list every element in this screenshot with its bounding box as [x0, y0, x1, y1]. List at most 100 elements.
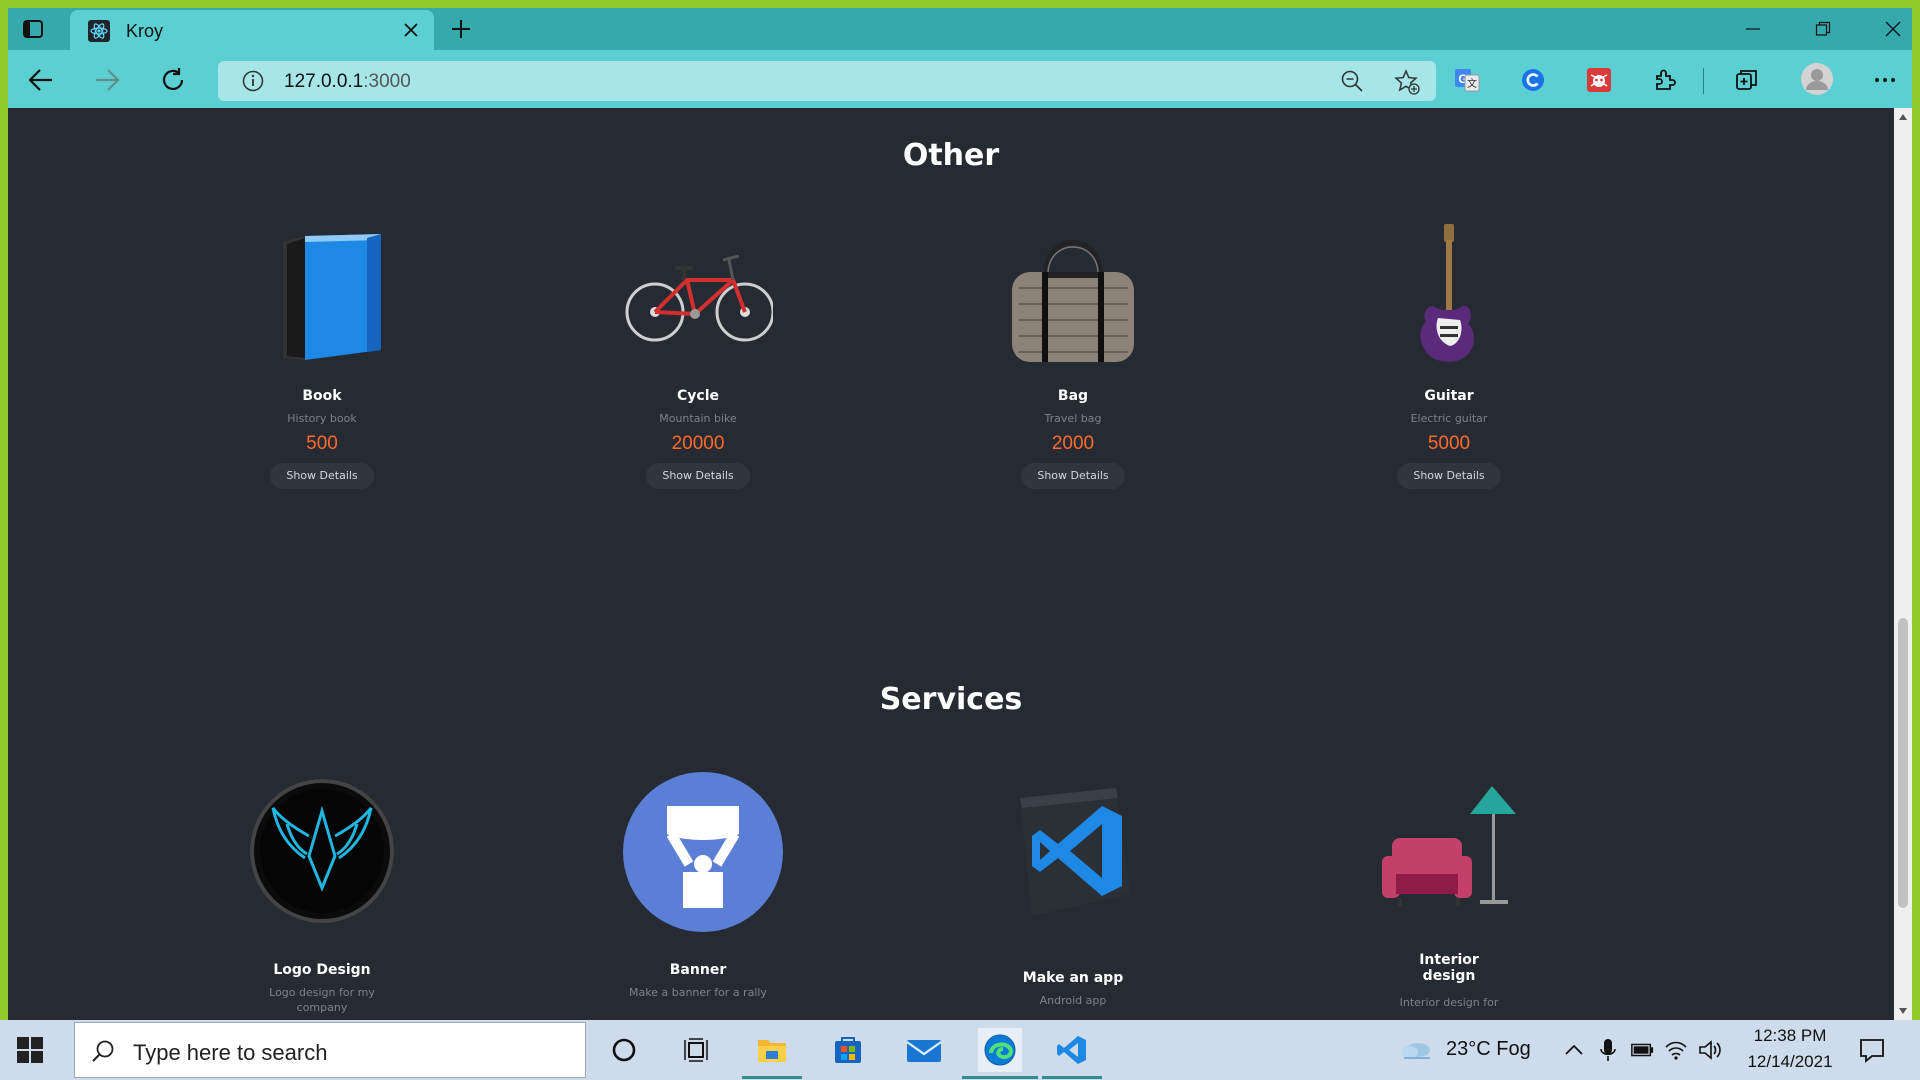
service-desc: Interior design for [1399, 996, 1499, 1009]
clock-time[interactable]: 12:38 PM [1750, 1026, 1830, 1046]
product-desc: Electric guitar [1410, 412, 1488, 425]
service-desc: Make a banner for a rally [629, 986, 767, 999]
restore-icon[interactable] [1810, 16, 1836, 42]
new-tab-icon[interactable] [448, 16, 474, 42]
scrollbar-thumb[interactable] [1898, 618, 1908, 908]
product-card-book: Book History book 500 Show Details [212, 218, 432, 489]
product-name: Bag [1057, 388, 1089, 404]
tab-actions-icon[interactable] [20, 16, 46, 42]
section-title-services: Services [879, 682, 1023, 717]
microphone-icon[interactable] [1596, 1038, 1620, 1062]
vscode-app-image [998, 776, 1148, 926]
refresh-icon[interactable] [158, 65, 188, 95]
page-content: Other Book History book 500 Show Details… [8, 108, 1894, 1020]
microsoft-store-icon[interactable] [826, 1028, 870, 1072]
service-card-make-an-app: Make an app Android app [963, 776, 1183, 1020]
url-text[interactable]: 127.0.0.1:3000 [284, 71, 411, 93]
product-card-bag: Bag Travel bag 2000 Show Details [963, 218, 1183, 489]
bicycle-image [623, 218, 775, 368]
more-menu-icon[interactable] [1870, 65, 1900, 95]
service-card-banner: Banner Make a banner for a rally [588, 772, 808, 1020]
service-name: Logo Design [273, 962, 371, 978]
scroll-down-arrow-icon[interactable] [1894, 1002, 1912, 1020]
translate-extension-icon[interactable]: G文 [1452, 65, 1482, 95]
clock-date[interactable]: 12/14/2021 [1740, 1052, 1840, 1072]
service-card-logo-design: Logo Design Logo design for my company [212, 776, 432, 1020]
windows-taskbar: Type here to search 23°C Fog 12:38 PM 12… [0, 1020, 1920, 1080]
scroll-up-arrow-icon[interactable] [1894, 108, 1912, 126]
profile-avatar[interactable] [1798, 60, 1836, 98]
forward-icon[interactable] [92, 65, 122, 95]
close-window-icon[interactable] [1880, 16, 1906, 42]
show-details-button[interactable]: Show Details [1397, 463, 1501, 489]
product-name: Book [302, 388, 342, 404]
browser-window: Kroy 127.0.0.1:3000 G 文 Other Book Histo… [8, 8, 1912, 1020]
site-info-icon[interactable] [242, 70, 264, 92]
product-desc: Travel bag [1044, 412, 1102, 425]
service-desc: Logo design for my company [269, 986, 375, 1014]
search-icon [91, 1039, 115, 1063]
windows-start-icon[interactable] [16, 1036, 44, 1064]
weather-text[interactable]: 23°C Fog [1446, 1038, 1531, 1061]
taskbar-search-box[interactable]: Type here to search [74, 1022, 586, 1078]
collections-icon[interactable] [1732, 65, 1762, 95]
add-favorite-icon[interactable] [1394, 69, 1420, 95]
url-host: 127.0.0.1 [284, 71, 364, 92]
banner-image [623, 772, 783, 932]
book-image [247, 218, 397, 368]
notification-center-icon[interactable] [1858, 1036, 1886, 1064]
volume-icon[interactable] [1698, 1038, 1722, 1062]
service-name: Interior design [1419, 952, 1479, 984]
battery-charging-icon[interactable] [1630, 1038, 1654, 1062]
product-price: 2000 [1051, 433, 1095, 454]
product-price: 20000 [671, 433, 725, 454]
extensions-puzzle-icon[interactable] [1650, 65, 1680, 95]
active-app-indicator [742, 1076, 802, 1079]
vscode-icon[interactable] [1050, 1028, 1094, 1072]
weather-fog-icon[interactable] [1400, 1036, 1434, 1064]
toolbar-separator [1703, 68, 1704, 94]
product-card-cycle: Cycle Mountain bike 20000 Show Details [588, 218, 808, 489]
zoom-out-icon[interactable] [1340, 69, 1364, 93]
service-desc: Android app [1039, 994, 1107, 1007]
bag-image [998, 218, 1148, 368]
show-hidden-icons-chevron-icon[interactable] [1562, 1038, 1586, 1062]
back-icon[interactable] [26, 65, 56, 95]
show-details-button[interactable]: Show Details [1021, 463, 1125, 489]
interior-design-image [1374, 776, 1524, 926]
page-scrollbar[interactable] [1894, 108, 1912, 1020]
c-extension-icon[interactable] [1518, 65, 1548, 95]
wifi-icon[interactable] [1664, 1038, 1688, 1062]
product-name: Guitar [1424, 388, 1474, 404]
show-details-button[interactable]: Show Details [646, 463, 750, 489]
minimize-icon[interactable] [1740, 16, 1766, 42]
section-title-other: Other [902, 138, 1000, 173]
product-price: 5000 [1427, 433, 1471, 454]
product-card-guitar: Guitar Electric guitar 5000 Show Details [1339, 218, 1559, 489]
url-port: :3000 [363, 71, 411, 92]
tab-kroy[interactable]: Kroy [70, 10, 434, 50]
tab-title: Kroy [126, 21, 164, 41]
react-icon [88, 20, 110, 42]
service-name: Banner [669, 962, 727, 978]
browser-toolbar: 127.0.0.1:3000 G文 [8, 50, 1912, 108]
product-name: Cycle [677, 388, 719, 404]
product-desc: History book [287, 412, 357, 425]
file-explorer-icon[interactable] [750, 1028, 794, 1072]
show-details-button[interactable]: Show Details [270, 463, 374, 489]
address-bar[interactable]: 127.0.0.1:3000 [218, 61, 1436, 101]
close-tab-icon[interactable] [400, 19, 422, 41]
active-app-indicator [962, 1076, 1038, 1079]
mail-icon[interactable] [902, 1028, 946, 1072]
service-card-interior-design: Interior design Interior design for [1339, 776, 1559, 1020]
task-view-icon[interactable] [674, 1028, 718, 1072]
tab-strip: Kroy [8, 8, 1912, 50]
bug-extension-icon[interactable] [1584, 65, 1614, 95]
product-price: 500 [306, 433, 338, 454]
logo-design-image [247, 776, 397, 926]
svg-text:文: 文 [1467, 77, 1477, 90]
search-placeholder: Type here to search [133, 1040, 328, 1065]
edge-browser-icon[interactable] [978, 1028, 1022, 1072]
cortana-icon[interactable] [602, 1028, 646, 1072]
guitar-image [1374, 218, 1524, 368]
